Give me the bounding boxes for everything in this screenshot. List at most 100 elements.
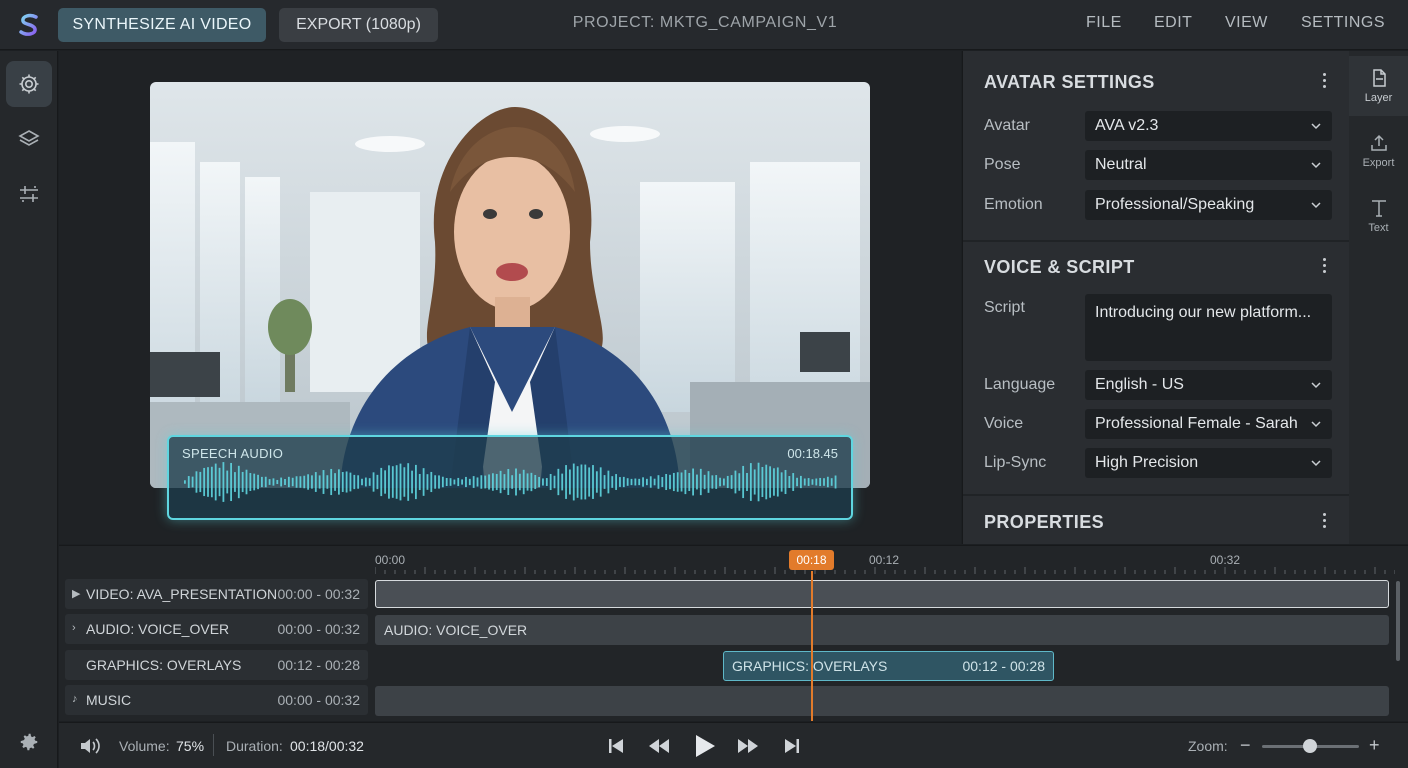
menu-settings[interactable]: SETTINGS — [1301, 14, 1385, 32]
avatar-video-preview[interactable] — [150, 82, 870, 488]
waveform-bar — [361, 478, 363, 486]
waveform-bar — [788, 476, 791, 488]
speech-audio-panel[interactable]: SPEECH AUDIO 00:18.45 — [167, 435, 853, 520]
track-range: 00:00 - 00:32 — [277, 692, 360, 708]
waveform-bar — [330, 468, 333, 496]
waveform-bar — [692, 468, 694, 496]
layers-icon[interactable] — [6, 116, 52, 162]
playhead-time[interactable]: 00:18 — [789, 550, 834, 570]
zoom-out-icon[interactable]: − — [1240, 735, 1251, 756]
volume-icon[interactable] — [79, 736, 103, 756]
graphics-clip[interactable]: GRAPHICS: OVERLAYS 00:12 - 00:28 — [723, 651, 1054, 681]
adjust-icon[interactable] — [6, 171, 52, 217]
language-select[interactable]: English - US — [1085, 370, 1332, 400]
waveform-bar — [646, 478, 648, 486]
waveform-bar — [518, 473, 521, 491]
waveform-bar — [441, 476, 444, 488]
menu-file[interactable]: FILE — [1086, 14, 1122, 32]
avatar-select-value: AVA v2.3 — [1095, 117, 1159, 134]
waveform-bar — [661, 477, 664, 487]
waveform-bar — [318, 475, 321, 489]
track-header-graphics[interactable]: GRAPHICS: OVERLAYS 00:12 - 00:28 — [65, 650, 368, 680]
properties-more-icon[interactable] — [1323, 513, 1327, 529]
waveform-bar — [403, 467, 406, 497]
avatar-settings-more-icon[interactable] — [1323, 73, 1327, 89]
pose-select[interactable]: Neutral — [1085, 150, 1332, 180]
app-logo-icon — [14, 10, 44, 40]
timeline-scrollbar[interactable] — [1396, 581, 1400, 661]
waveform-bar — [580, 464, 583, 500]
script-label: Script — [984, 299, 1025, 316]
waveform-bar — [345, 471, 348, 493]
duration-value: 00:18/00:32 — [290, 738, 364, 754]
video-clip[interactable] — [375, 580, 1389, 608]
zoom-slider-handle[interactable] — [1303, 739, 1317, 753]
waveform-bar — [607, 470, 610, 494]
chevron-right-icon[interactable]: › — [72, 622, 76, 634]
waveform-bar — [807, 478, 810, 486]
lipsync-select-value: High Precision — [1095, 454, 1199, 471]
lipsync-select[interactable]: High Precision — [1085, 448, 1332, 478]
rewind-icon[interactable] — [647, 735, 671, 757]
tool-layer[interactable]: Layer — [1349, 56, 1408, 116]
music-clip[interactable] — [375, 686, 1389, 716]
waveform-bar — [776, 467, 779, 497]
waveform-bar — [526, 473, 529, 491]
playhead[interactable] — [811, 571, 813, 721]
play-icon[interactable] — [693, 732, 717, 760]
tool-export[interactable]: Export — [1349, 121, 1408, 181]
waveform-bar — [418, 473, 421, 491]
menu-edit[interactable]: EDIT — [1154, 14, 1192, 32]
export-button[interactable]: EXPORT (1080p) — [279, 8, 438, 42]
waveform-bar — [191, 476, 194, 488]
waveform-bar — [426, 474, 429, 490]
waveform-bar — [696, 474, 698, 490]
waveform-bar — [434, 475, 437, 489]
gear-icon[interactable] — [6, 719, 52, 765]
waveform-bar — [800, 475, 802, 489]
waveform-bar — [253, 473, 256, 491]
waveform-bar — [314, 472, 317, 492]
waveform-bar — [611, 476, 614, 488]
waveform-bar — [746, 472, 748, 492]
waveform-bar — [811, 479, 814, 485]
waveform-bar — [372, 472, 375, 492]
track-header-music[interactable]: ♪ MUSIC 00:00 - 00:32 — [65, 685, 368, 715]
synthesize-button[interactable]: SYNTHESIZE AI VIDEO — [58, 8, 266, 42]
voice-select[interactable]: Professional Female - Sarah — [1085, 409, 1332, 439]
fast-forward-icon[interactable] — [736, 735, 760, 757]
waveform-bar — [210, 466, 213, 498]
settings-icon[interactable] — [6, 61, 52, 107]
emotion-select[interactable]: Professional/Speaking — [1085, 190, 1332, 220]
track-header-audio[interactable]: › AUDIO: VOICE_OVER 00:00 - 00:32 — [65, 614, 368, 644]
track-name: MUSIC — [86, 692, 132, 708]
skip-forward-icon[interactable] — [782, 735, 802, 757]
zoom-in-icon[interactable]: + — [1369, 735, 1380, 756]
script-textarea[interactable]: Introducing our new platform... — [1085, 294, 1332, 361]
ruler-label: 00:00 — [375, 553, 406, 567]
voice-script-more-icon[interactable] — [1323, 258, 1327, 274]
waveform-bar — [261, 476, 263, 488]
expand-triangle-icon[interactable]: ▶ — [72, 587, 80, 600]
waveform-bar — [449, 478, 452, 486]
waveform-bar — [495, 473, 498, 491]
section-divider — [963, 494, 1350, 496]
audio-waveform — [184, 462, 837, 502]
waveform-bar — [214, 463, 217, 501]
track-header-video[interactable]: ▶ VIDEO: AVA_PRESENTATION 00:00 - 00:32 — [65, 579, 368, 609]
waveform-bar — [719, 477, 721, 487]
tool-text[interactable]: Text — [1349, 186, 1408, 246]
skip-back-icon[interactable] — [606, 735, 626, 757]
waveform-bar — [603, 475, 606, 489]
audio-clip[interactable]: AUDIO: VOICE_OVER — [375, 615, 1389, 645]
waveform-bar — [792, 473, 795, 491]
waveform-bar — [769, 466, 771, 498]
waveform-bar — [492, 473, 494, 491]
waveform-bar — [669, 474, 671, 490]
waveform-bar — [653, 478, 656, 486]
waveform-bar — [187, 476, 190, 488]
avatar-select[interactable]: AVA v2.3 — [1085, 111, 1332, 141]
pose-select-value: Neutral — [1095, 156, 1147, 173]
waveform-bar — [334, 473, 336, 491]
menu-view[interactable]: VIEW — [1225, 14, 1268, 32]
